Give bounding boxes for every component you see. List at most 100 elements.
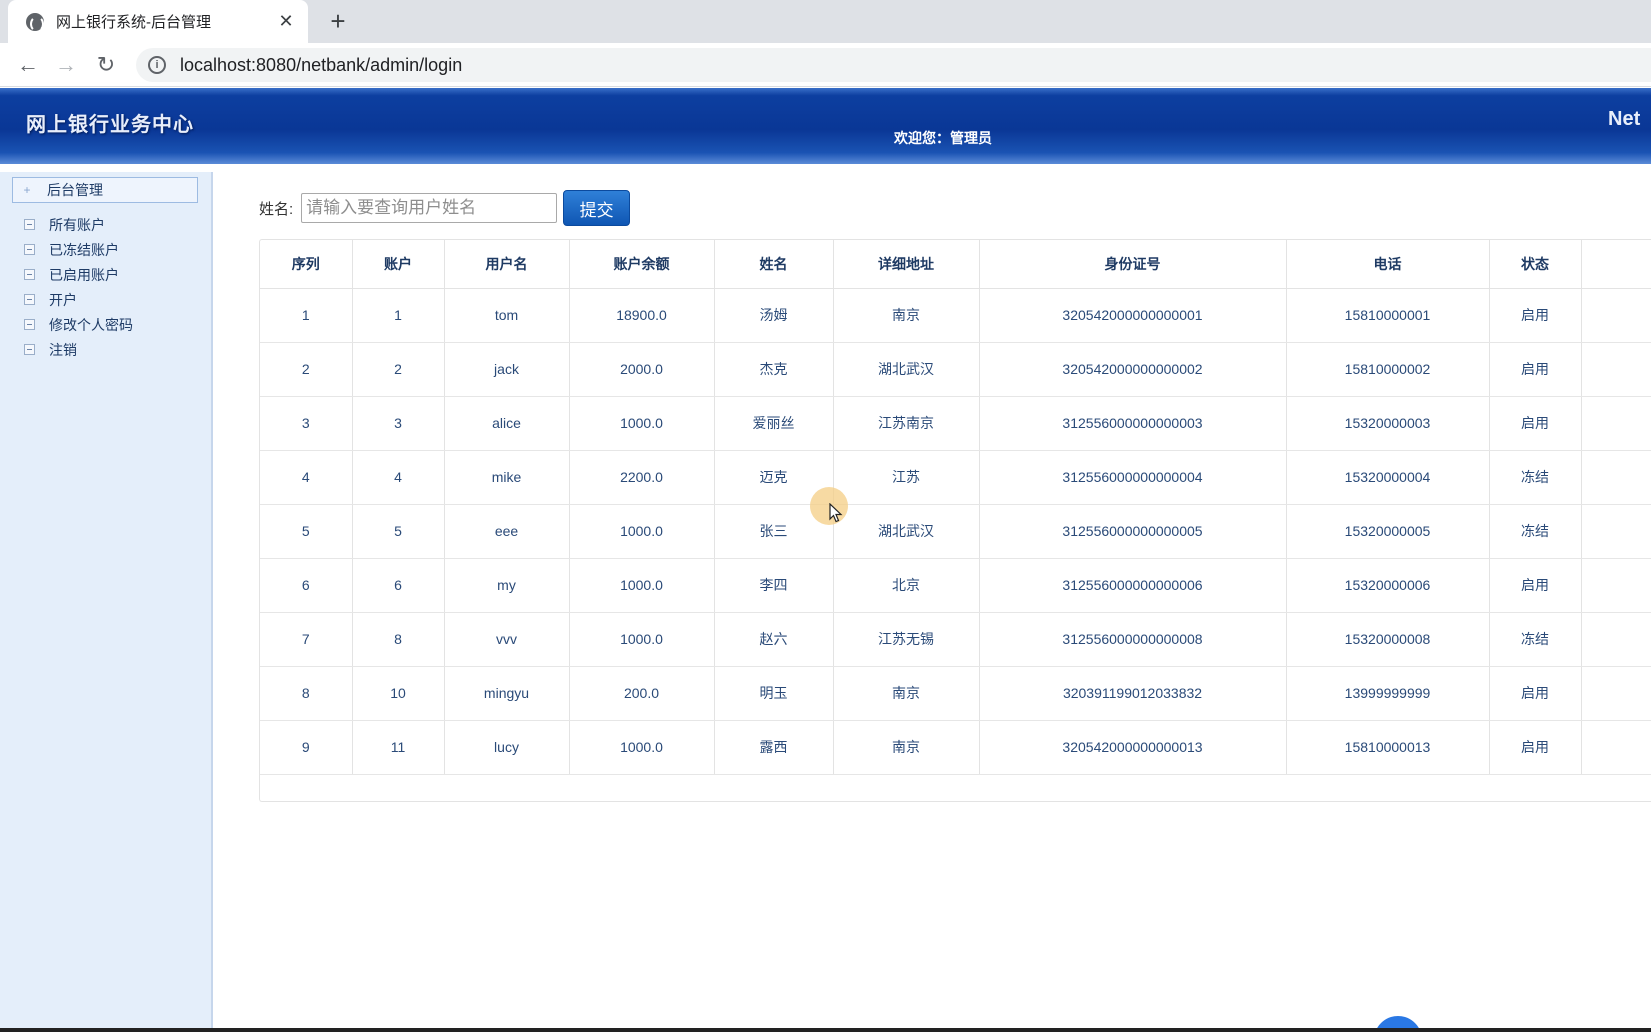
app-header: 网上银行业务中心 欢迎您：管理员 Net (0, 88, 1651, 164)
table-cell: 南京 (833, 666, 980, 721)
sidebar-menu: 所有账户 已冻结账户 已启用账户 开户 修改个人密码 注销 (24, 212, 133, 362)
table-cell: 1 (260, 288, 353, 343)
table-cell: 15810000001 (1286, 288, 1490, 343)
taskbar-edge (0, 1028, 1651, 1032)
search-form: 姓名: 提交 (259, 190, 631, 226)
close-icon[interactable]: ✕ (276, 11, 296, 32)
table-cell: mike (444, 450, 570, 505)
table-cell: 15320000006 (1286, 558, 1490, 613)
accounts-table: 序列 账户 用户名 账户余额 姓名 详细地址 身份证号 电话 状态 1 1 tom 18900.0 汤姆… (260, 240, 1651, 775)
table-cell: 3 (260, 396, 353, 451)
table-cell: 15320000008 (1286, 612, 1490, 667)
table-cell: 5 (352, 504, 445, 559)
table-cell: 湖北武汉 (833, 342, 980, 397)
table-cell: 冻结 (1489, 504, 1582, 559)
column-header: 姓名 (714, 240, 834, 289)
table-row[interactable]: 1 1 tom 18900.0 汤姆 南京 320542000000000001 158100… (260, 288, 1651, 343)
tree-node-icon (24, 319, 35, 330)
table-cell: 2 (260, 342, 353, 397)
table-cell: 李四 (714, 558, 834, 613)
name-search-input[interactable] (301, 193, 558, 223)
sidebar: + 后台管理 所有账户 已冻结账户 已启用账户 开户 修改个人密码 注销 (0, 172, 213, 1032)
table-cell: 南京 (833, 720, 980, 775)
url-text[interactable]: localhost:8080/netbank/admin/login (180, 55, 462, 76)
tree-node-icon (24, 219, 35, 230)
table-cell: 2200.0 (569, 450, 715, 505)
table-row[interactable]: 7 8 vvv 1000.0 赵六 江苏无锡 312556000000000008 15320… (260, 612, 1651, 667)
table-cell: 1000.0 (569, 612, 715, 667)
table-row[interactable]: 5 5 eee 1000.0 张三 湖北武汉 312556000000000005 15320… (260, 504, 1651, 559)
table-cell: lucy (444, 720, 570, 775)
table-cell: 2000.0 (569, 342, 715, 397)
table-cell: 冻结 (1489, 612, 1582, 667)
column-header: 用户名 (444, 240, 570, 289)
table-row[interactable]: 3 3 alice 1000.0 爱丽丝 江苏南京 312556000000000003 15… (260, 396, 1651, 451)
table-cell: 320542000000000002 (979, 342, 1287, 397)
globe-icon (26, 12, 44, 32)
table-cell (1581, 396, 1651, 451)
column-header: 电话 (1286, 240, 1490, 289)
sidebar-item-enabled-accounts[interactable]: 已启用账户 (24, 262, 133, 287)
table-cell: 冻结 (1489, 450, 1582, 505)
table-row[interactable]: 6 6 my 1000.0 李四 北京 312556000000000006 15320000… (260, 558, 1651, 613)
accounts-table-panel: 序列 账户 用户名 账户余额 姓名 详细地址 身份证号 电话 状态 1 1 tom 18900.0 汤姆… (259, 239, 1651, 802)
column-header: 账户 (352, 240, 445, 289)
address-bar[interactable]: i localhost:8080/netbank/admin/login (136, 48, 1651, 82)
sidebar-item-label: 开户 (49, 291, 77, 308)
table-cell: 明玉 (714, 666, 834, 721)
forward-arrow-icon[interactable]: → (52, 51, 80, 79)
column-header: 状态 (1489, 240, 1582, 289)
new-tab-button[interactable]: + (322, 6, 354, 38)
browser-tab[interactable]: 网上银行系统-后台管理 ✕ (8, 0, 308, 43)
table-cell: 8 (352, 612, 445, 667)
table-cell: 江苏 (833, 450, 980, 505)
table-cell: alice (444, 396, 570, 451)
table-cell: 杰克 (714, 342, 834, 397)
submit-button[interactable]: 提交 (563, 190, 631, 226)
tab-title: 网上银行系统-后台管理 (56, 14, 211, 31)
table-cell: 启用 (1489, 558, 1582, 613)
table-body: 1 1 tom 18900.0 汤姆 南京 320542000000000001 158100… (260, 288, 1651, 775)
table-cell: eee (444, 504, 570, 559)
sidebar-item-all-accounts[interactable]: 所有账户 (24, 212, 133, 237)
table-row[interactable]: 8 10 mingyu 200.0 明玉 南京 320391199012033832 1399… (260, 666, 1651, 721)
table-cell: 启用 (1489, 288, 1582, 343)
sidebar-item-open-account[interactable]: 开户 (24, 287, 133, 312)
table-cell: 15810000013 (1286, 720, 1490, 775)
sidebar-item-label: 修改个人密码 (49, 316, 133, 333)
back-arrow-icon[interactable]: ← (14, 51, 42, 79)
sidebar-item-change-password[interactable]: 修改个人密码 (24, 312, 133, 337)
table-cell: 9 (260, 720, 353, 775)
table-cell (1581, 450, 1651, 505)
table-cell: 江苏南京 (833, 396, 980, 451)
reload-icon[interactable]: ↻ (92, 51, 120, 79)
table-cell: 汤姆 (714, 288, 834, 343)
column-header: 详细地址 (833, 240, 980, 289)
sidebar-group-header[interactable]: + 后台管理 (12, 177, 198, 203)
tree-node-icon (24, 294, 35, 305)
table-cell: 312556000000000006 (979, 558, 1287, 613)
info-icon[interactable]: i (148, 56, 166, 74)
table-cell: 露西 (714, 720, 834, 775)
sidebar-item-label: 注销 (49, 341, 77, 358)
table-row[interactable]: 9 11 lucy 1000.0 露西 南京 320542000000000013 15810… (260, 720, 1651, 775)
table-cell: 15320000005 (1286, 504, 1490, 559)
table-cell: 启用 (1489, 666, 1582, 721)
table-cell: 320542000000000013 (979, 720, 1287, 775)
tree-node-icon (24, 244, 35, 255)
browser-tabstrip: 网上银行系统-后台管理 ✕ + (0, 0, 1651, 43)
sidebar-group-label: 后台管理 (47, 182, 103, 198)
column-header: 账户余额 (569, 240, 715, 289)
table-row[interactable]: 4 4 mike 2200.0 迈克 江苏 312556000000000004 153200… (260, 450, 1651, 505)
table-cell: 312556000000000005 (979, 504, 1287, 559)
sidebar-item-frozen-accounts[interactable]: 已冻结账户 (24, 237, 133, 262)
table-cell: 4 (260, 450, 353, 505)
table-cell: tom (444, 288, 570, 343)
table-row[interactable]: 2 2 jack 2000.0 杰克 湖北武汉 320542000000000002 1581… (260, 342, 1651, 397)
table-cell: 5 (260, 504, 353, 559)
sidebar-item-logout[interactable]: 注销 (24, 337, 133, 362)
table-cell: vvv (444, 612, 570, 667)
table-cell (1581, 288, 1651, 343)
table-cell: 启用 (1489, 720, 1582, 775)
table-cell: 7 (260, 612, 353, 667)
